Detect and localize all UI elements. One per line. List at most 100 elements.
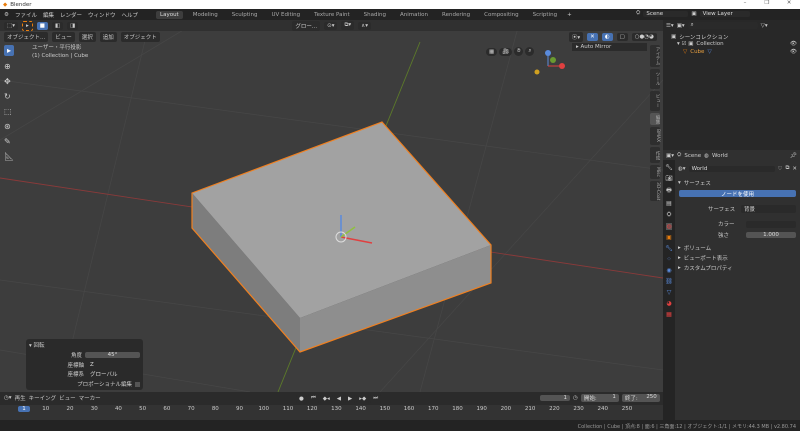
menu-view[interactable]: ビュー: [52, 31, 75, 42]
scene-selector[interactable]: Scene: [643, 10, 689, 17]
tab-sculpting[interactable]: Sculpting: [228, 11, 262, 19]
menu-object[interactable]: オブジェクト: [120, 31, 160, 42]
menu-render[interactable]: レンダー: [60, 11, 82, 19]
texture-tab-icon[interactable]: ▦: [666, 311, 672, 318]
side-tab-3d-coat[interactable]: 3D-Coat: [650, 181, 660, 201]
measure-tool-icon[interactable]: 📐︎: [4, 152, 14, 161]
tab-shading[interactable]: Shading: [360, 11, 390, 19]
current-frame-field[interactable]: 1: [540, 395, 570, 401]
tab-uv-editing[interactable]: UV Editing: [267, 11, 304, 19]
output-tab-icon[interactable]: 🖶︎: [666, 186, 672, 196]
outliner-search-input[interactable]: ⌕: [687, 22, 758, 29]
menu-playback[interactable]: 再生: [15, 394, 26, 402]
rotate-tool-icon[interactable]: ↻: [4, 92, 14, 101]
side-tab-bmax[interactable]: BMAX: [650, 127, 660, 145]
jump-start-button[interactable]: ⏮: [307, 394, 319, 403]
pin-icon[interactable]: 📌︎: [790, 153, 797, 159]
shading-mode-icons[interactable]: ○●◔◕: [631, 32, 657, 41]
tool-tab-icon[interactable]: 🔧︎: [665, 164, 673, 171]
scene-collection-row[interactable]: ▣ シーンコレクション: [671, 33, 728, 41]
orientation-field[interactable]: グローバル: [87, 370, 132, 378]
object-tab-icon[interactable]: ▣: [666, 234, 672, 241]
mode-dropdown[interactable]: オブジェクト...: [4, 31, 49, 42]
filter-icon[interactable]: ▣▾: [677, 23, 685, 29]
tab-modeling[interactable]: Modeling: [189, 11, 222, 19]
menu-file[interactable]: ファイル: [15, 11, 37, 19]
surface-panel-header[interactable]: ▾ サーフェス: [678, 179, 711, 187]
menu-window[interactable]: ウィンドウ: [88, 11, 116, 19]
end-frame-field[interactable]: 終了: 250: [621, 394, 660, 402]
start-frame-field[interactable]: 開始: 1: [580, 394, 619, 402]
play-button[interactable]: ▶: [345, 394, 356, 403]
world-name-field[interactable]: World: [688, 165, 775, 172]
3d-viewport[interactable]: ⬚▾ ▸ ■ ◧ ◨ グロー... ⊙▾ ⧉▾ ∧▾ オブジェクト... ビュー…: [0, 20, 663, 392]
properties-type-icon[interactable]: ▣▾: [666, 153, 674, 159]
duplicate-icon[interactable]: ⧉: [785, 165, 789, 172]
playhead[interactable]: 1: [18, 406, 30, 412]
view-layer-icon[interactable]: ▣: [691, 11, 696, 17]
outliner-item-collection[interactable]: ▾ ☑ ▣ Collection 👁︎: [677, 41, 797, 47]
maximize-button[interactable]: ❐: [756, 0, 778, 6]
axis-dropdown[interactable]: Z: [87, 362, 132, 368]
surface-dropdown[interactable]: 背景: [741, 205, 796, 213]
next-keyframe-button[interactable]: ▸◆: [356, 394, 370, 403]
tab-compositing[interactable]: Compositing: [480, 11, 522, 19]
play-reverse-button[interactable]: ◀: [333, 394, 344, 403]
jump-end-button[interactable]: ⏭: [370, 394, 382, 403]
funnel-icon[interactable]: ▽▾: [761, 23, 768, 29]
select-mode-subtract-icon[interactable]: ◨: [67, 21, 79, 30]
pan-hand-icon[interactable]: ✋︎: [514, 47, 524, 56]
data-tab-icon[interactable]: ▽: [667, 289, 672, 296]
select-mode-extend-icon[interactable]: ◧: [51, 21, 64, 30]
orientation-dropdown[interactable]: グロー...: [292, 20, 321, 31]
side-tab-create[interactable]: 作成: [650, 147, 660, 163]
timeline-editor-icon[interactable]: ◷▾: [4, 395, 12, 401]
viewport-display-panel-header[interactable]: ▸ ビューポート表示: [678, 254, 728, 262]
operator-title[interactable]: ▾ 回転: [29, 341, 45, 349]
tab-layout[interactable]: Layout: [156, 10, 183, 19]
render-tab-icon[interactable]: 📷︎: [665, 175, 673, 182]
pivot-icon[interactable]: ⊙▾: [324, 21, 338, 30]
xray-icon[interactable]: ▢: [616, 32, 628, 41]
menu-edit[interactable]: 編集: [43, 11, 54, 19]
tab-rendering[interactable]: Rendering: [438, 11, 474, 19]
minimize-button[interactable]: –: [734, 0, 756, 6]
material-tab-icon[interactable]: ◕: [666, 300, 671, 307]
select-mode-new-icon[interactable]: ■: [36, 21, 48, 30]
menu-timeline-view[interactable]: ビュー: [59, 394, 76, 402]
visibility-icon[interactable]: ⦿▾: [568, 31, 584, 42]
display-mode-icon[interactable]: ☰▾: [666, 23, 674, 29]
active-tool-icon[interactable]: ▸: [21, 20, 33, 31]
view-layer-selector[interactable]: View Layer: [699, 10, 750, 17]
outliner-item-cube[interactable]: ▽ Cube ▽ 👁︎: [683, 49, 797, 55]
use-nodes-button[interactable]: ノードを使用: [679, 190, 796, 198]
menu-keying[interactable]: キーイング: [29, 394, 57, 402]
preview-range-icon[interactable]: ◷: [573, 395, 578, 401]
overlay-toggle-icon[interactable]: ◐: [601, 32, 613, 41]
tab-animation[interactable]: Animation: [396, 11, 432, 19]
scene-tab-icon[interactable]: ⛭: [667, 211, 672, 219]
menu-select[interactable]: 選択: [78, 31, 96, 42]
volume-panel-header[interactable]: ▸ ボリューム: [678, 244, 711, 252]
editor-type-button[interactable]: ⬚▾: [4, 21, 18, 30]
world-browse-icon[interactable]: ◍▾: [678, 166, 686, 172]
side-tab-edit[interactable]: 編集: [650, 113, 660, 125]
strength-field[interactable]: 1.000: [746, 232, 796, 238]
proportional-checkbox[interactable]: [135, 381, 140, 387]
grid-view-icon[interactable]: ▦: [486, 47, 498, 56]
move-tool-icon[interactable]: ✥: [4, 77, 14, 86]
eye-icon[interactable]: 👁︎: [790, 49, 797, 55]
select-tool-icon[interactable]: ▸: [4, 45, 15, 56]
cursor-tool-icon[interactable]: ⊕: [4, 62, 14, 71]
prev-keyframe-button[interactable]: ◆◂: [319, 394, 333, 403]
annotate-tool-icon[interactable]: ✎: [4, 137, 14, 146]
physics-tab-icon[interactable]: ◉: [666, 267, 671, 274]
record-button[interactable]: ●: [296, 394, 307, 403]
gizmo-toggle-icon[interactable]: ✕: [587, 32, 598, 41]
custom-properties-panel-header[interactable]: ▸ カスタムプロパティ: [678, 264, 733, 272]
fake-user-icon[interactable]: ♡: [778, 166, 783, 172]
zoom-icon[interactable]: ⌕: [525, 47, 535, 56]
frame-ruler[interactable]: 1 10 20 30 40 50 60 70 80 90 100 110 120 130 140 150 160…: [0, 405, 663, 420]
side-tab-misc[interactable]: Misc: [650, 165, 660, 179]
modifier-tab-icon[interactable]: 🔧︎: [665, 245, 673, 252]
